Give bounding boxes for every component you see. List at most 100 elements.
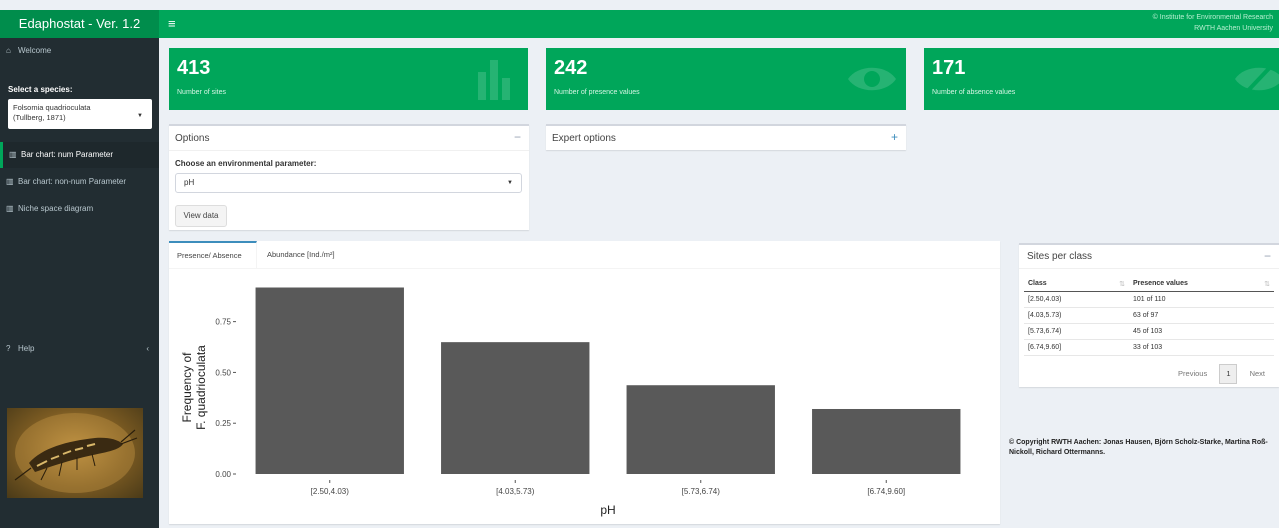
app-title[interactable]: Edaphostat - Ver. 1.2: [0, 10, 159, 38]
sidebar-item-bar-non-num[interactable]: ▥ Bar chart: non-num Parameter: [0, 177, 159, 186]
options-box: Options − Choose an environmental parame…: [169, 124, 529, 230]
expand-button[interactable]: +: [891, 130, 898, 144]
bar-1: [441, 342, 590, 474]
bar-chart: 0.00 0.25 0.50 0.75 [2.50,4.03) [4.03,5.73) […: [180, 287, 961, 517]
species-select-label: Select a species:: [8, 85, 73, 94]
expert-options-box: Expert options +: [546, 124, 906, 150]
bar-0: [255, 287, 404, 474]
header-affiliation: © Institute for Environmental Research R…: [1153, 12, 1273, 34]
table-row: [2.50,4.03) 101 of 110: [1024, 291, 1274, 308]
table-row: [5.73,6.74) 45 of 103: [1024, 323, 1274, 340]
sidebar-item-label: Niche space diagram: [18, 204, 94, 213]
next-page-button[interactable]: Next: [1246, 365, 1269, 383]
species-select-value-line2: (Tullberg, 1871): [13, 113, 66, 122]
sidebar-item-label: Help: [18, 344, 35, 353]
parameter-label: Choose an environmental parameter:: [175, 159, 317, 168]
view-data-button[interactable]: View data: [175, 205, 227, 227]
table-cell: 45 of 103: [1129, 323, 1274, 340]
sidebar: ⌂ Welcome Select a species: Folsomia qua…: [0, 38, 159, 528]
value-box-label: Number of absence values: [932, 89, 1016, 96]
tab-presence-absence[interactable]: Presence/ Absence: [169, 241, 257, 269]
collapse-button[interactable]: −: [514, 130, 521, 144]
x-axis-label: pH: [600, 503, 615, 517]
page-1-button[interactable]: 1: [1219, 364, 1238, 384]
options-title: Options: [175, 133, 210, 144]
tab-panel: Presence/ Absence Abundance [Ind./m²] 0.…: [169, 241, 1000, 524]
table-cell: [4.03,5.73): [1024, 307, 1129, 324]
chevron-left-icon: ‹: [146, 344, 149, 353]
springtail-image: [14, 413, 138, 493]
bar-chart-icon: ▥: [6, 204, 14, 213]
table-cell: 33 of 103: [1129, 339, 1274, 356]
table-row: [4.03,5.73) 63 of 97: [1024, 307, 1274, 324]
table-cell: 63 of 97: [1129, 307, 1274, 324]
parameter-select[interactable]: pH ▼: [175, 173, 522, 193]
y-tick-label: 0.50: [215, 368, 231, 377]
eye-icon: [848, 67, 896, 91]
bar-3: [812, 408, 961, 474]
species-photo: [7, 408, 143, 498]
species-select[interactable]: Folsomia quadrioculata (Tullberg, 1871) …: [8, 99, 152, 129]
sort-icon: ⇅: [1264, 281, 1270, 288]
sidebar-item-label: Bar chart: non-num Parameter: [18, 177, 127, 186]
caret-down-icon: ▼: [137, 113, 143, 119]
column-header-presence[interactable]: Presence values ⇅: [1129, 277, 1274, 292]
y-axis-label-line1: Frequency of: [180, 352, 194, 423]
column-header-class[interactable]: Class ⇅: [1024, 277, 1129, 292]
copyright-notice: © Copyright RWTH Aachen: Jonas Hausen, B…: [1009, 439, 1268, 456]
previous-page-button[interactable]: Previous: [1174, 365, 1211, 383]
bar-2: [626, 385, 775, 474]
value-box-label: Number of presence values: [554, 89, 640, 96]
sidebar-item-bar-num[interactable]: ▥ Bar chart: num Parameter: [0, 142, 159, 168]
sites-per-class-box: Sites per class − Class ⇅ Presence value…: [1019, 243, 1279, 387]
divider: [1019, 268, 1279, 269]
table-cell: 101 of 110: [1129, 291, 1274, 308]
collapse-button[interactable]: −: [1264, 249, 1271, 263]
question-icon: ?: [6, 344, 11, 353]
sidebar-item-welcome[interactable]: ⌂ Welcome: [0, 46, 159, 55]
x-tick-label: [6.74,9.60]: [867, 487, 905, 496]
caret-down-icon: ▼: [507, 180, 513, 186]
value-box-label: Number of sites: [177, 89, 227, 96]
sort-icon: ⇅: [1119, 281, 1125, 288]
value-box-number: 242: [554, 57, 588, 79]
y-tick-label: 0.00: [215, 470, 231, 479]
divider: [169, 150, 529, 151]
table-row: [6.74,9.60] 33 of 103: [1024, 339, 1274, 356]
bar-chart-icon: [478, 60, 510, 100]
expert-options-title: Expert options: [552, 133, 616, 144]
sidebar-item-label: Welcome: [18, 46, 52, 55]
sites-per-class-title: Sites per class: [1027, 251, 1093, 262]
sidebar-item-help[interactable]: ? Help ‹: [0, 344, 159, 353]
eye-slash-icon: [1235, 58, 1279, 100]
y-tick-label: 0.25: [215, 419, 231, 428]
x-tick-label: [2.50,4.03): [311, 487, 350, 496]
bar-chart-icon: ▥: [6, 177, 14, 186]
bar-chart-icon: ▥: [9, 150, 17, 159]
sites-table: Class ⇅ Presence values ⇅ [2.50,4.03) 10…: [1024, 277, 1274, 356]
value-box-absence: 171 Number of absence values: [924, 48, 1279, 110]
parameter-select-value: pH: [184, 178, 195, 187]
sidebar-item-niche-space[interactable]: ▥ Niche space diagram: [0, 204, 159, 213]
table-header-row: Class ⇅ Presence values ⇅: [1024, 277, 1274, 292]
column-header-label: Presence values: [1133, 280, 1188, 288]
value-box-sites: 413 Number of sites: [169, 48, 528, 110]
table-cell: [2.50,4.03): [1024, 291, 1129, 308]
hamburger-icon[interactable]: ≡: [168, 10, 176, 38]
pagination: Previous 1 Next: [1174, 364, 1269, 384]
table-cell: [5.73,6.74): [1024, 323, 1129, 340]
header-affiliation-line2: RWTH Aachen University: [1194, 25, 1273, 32]
species-select-value-line1: Folsomia quadrioculata: [13, 103, 91, 112]
value-box-number: 413: [177, 57, 211, 79]
y-axis-label-line2: F. quadrioculata: [194, 345, 208, 430]
x-tick-label: [5.73,6.74): [682, 487, 721, 496]
main-header: Edaphostat - Ver. 1.2 ≡ © Institute for …: [0, 10, 1279, 38]
tab-abundance[interactable]: Abundance [Ind./m²]: [259, 241, 343, 269]
sidebar-item-label: Bar chart: num Parameter: [21, 150, 114, 159]
header-affiliation-line1: © Institute for Environmental Research: [1152, 14, 1273, 21]
value-box-presence: 242 Number of presence values: [546, 48, 906, 110]
tab-bar: Presence/ Absence Abundance [Ind./m²]: [169, 241, 1000, 269]
table-cell: [6.74,9.60]: [1024, 339, 1129, 356]
x-tick-label: [4.03,5.73): [496, 487, 535, 496]
column-header-label: Class: [1028, 280, 1047, 288]
